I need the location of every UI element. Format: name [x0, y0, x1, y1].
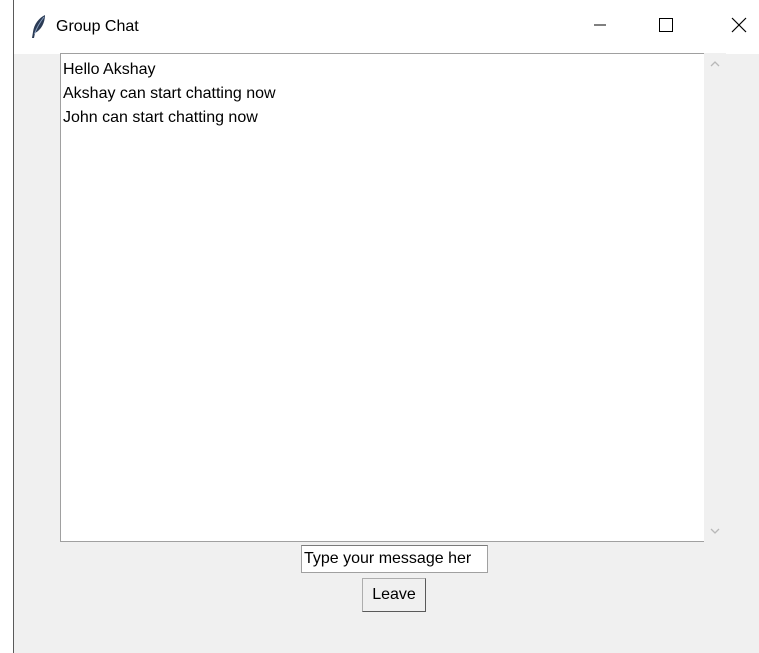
chat-message: John can start chatting now — [63, 109, 258, 126]
chat-message: Akshay can start chatting now — [63, 85, 276, 102]
chat-message: Hello Akshay — [63, 61, 156, 78]
close-icon — [731, 17, 747, 38]
maximize-button[interactable] — [636, 0, 696, 54]
chat-message-area[interactable]: Hello Akshay Akshay can start chatting n… — [60, 53, 704, 542]
chevron-down-icon — [709, 522, 721, 540]
window-title: Group Chat — [56, 18, 139, 35]
close-button[interactable] — [709, 0, 759, 54]
app-window: Group Chat Hello Akshay Akshay can start… — [13, 0, 759, 653]
maximize-icon — [658, 17, 674, 38]
scroll-down-button[interactable] — [704, 520, 726, 542]
title-bar[interactable]: Group Chat — [14, 0, 759, 54]
feather-icon — [30, 14, 48, 40]
message-input[interactable] — [301, 545, 488, 573]
minimize-icon — [593, 18, 607, 37]
scroll-up-button[interactable] — [704, 53, 726, 75]
chevron-up-icon — [709, 55, 721, 73]
leave-button[interactable]: Leave — [362, 578, 426, 612]
minimize-button[interactable] — [570, 0, 630, 54]
chat-scrollbar[interactable] — [704, 53, 726, 542]
